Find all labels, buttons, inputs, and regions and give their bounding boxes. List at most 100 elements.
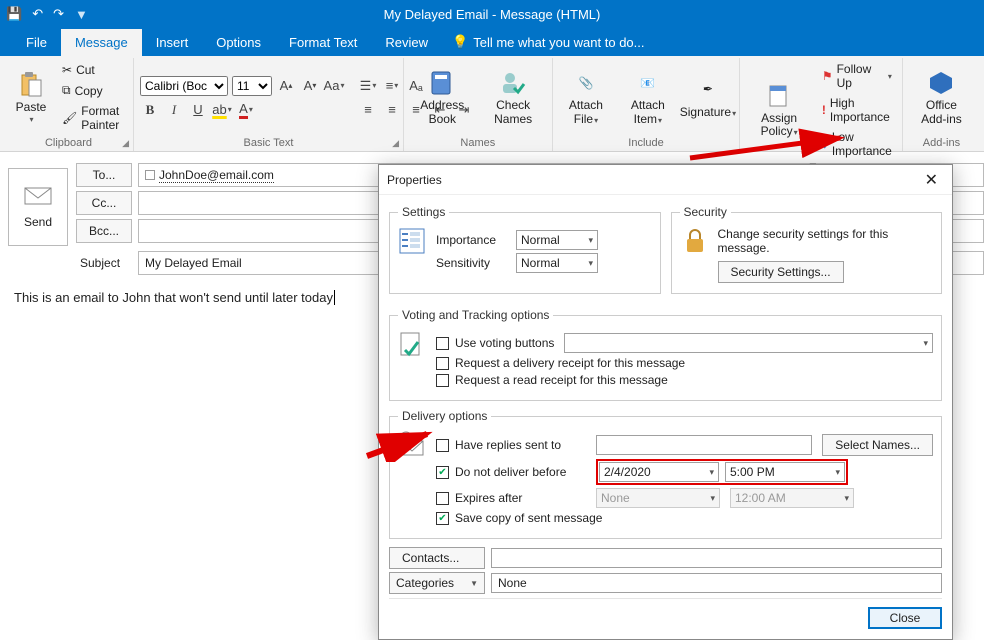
bold-button[interactable]: B <box>140 100 160 120</box>
tab-format-text[interactable]: Format Text <box>275 29 371 56</box>
select-names-button[interactable]: Select Names... <box>822 434 933 456</box>
bcc-button[interactable]: Bcc... <box>76 219 132 243</box>
follow-up-label: Follow Up <box>837 62 883 90</box>
do-not-deliver-checkbox[interactable]: ✔Do not deliver before <box>436 465 586 479</box>
sensitivity-combo[interactable]: Normal▾ <box>516 253 598 273</box>
addins-icon <box>927 69 955 97</box>
close-button[interactable]: Close <box>868 607 942 629</box>
follow-up-button[interactable]: ⚑Follow Up▾ <box>818 60 896 92</box>
change-case-icon[interactable]: Aa▾ <box>324 76 344 96</box>
save-copy-checkbox[interactable]: ✔Save copy of sent message <box>436 511 602 525</box>
bullets-icon[interactable]: ☰▾ <box>358 76 378 96</box>
copy-button[interactable]: ⧉Copy <box>58 81 127 100</box>
flag-icon: ⚑ <box>822 69 833 83</box>
contacts-button[interactable]: Contacts... <box>389 547 485 569</box>
use-voting-label: Use voting buttons <box>455 336 554 350</box>
group-clipboard: Paste ▾ ✂Cut ⧉Copy 🖌Format Painter Clipb… <box>4 58 134 151</box>
delivery-icon <box>398 431 426 462</box>
settings-legend: Settings <box>398 205 449 219</box>
voting-combo[interactable]: ▾ <box>564 333 933 353</box>
underline-button[interactable]: U <box>188 100 208 120</box>
security-settings-button[interactable]: Security Settings... <box>718 261 844 283</box>
grow-font-icon[interactable]: A▴ <box>276 76 296 96</box>
attach-item-button[interactable]: 📧 Attach Item▾ <box>619 65 676 129</box>
undo-icon[interactable]: ↶ <box>32 6 43 22</box>
assign-policy-label: Assign Policy▾ <box>752 112 805 138</box>
contacts-field[interactable] <box>491 548 942 568</box>
read-receipt-checkbox[interactable]: ✔Request a read receipt for this message <box>436 373 668 387</box>
signature-button[interactable]: ✒ Signature▾ <box>682 72 733 123</box>
low-importance-button[interactable]: ↓Low Importance <box>818 128 896 160</box>
cc-button[interactable]: Cc... <box>76 191 132 215</box>
address-book-button[interactable]: Address Book <box>410 65 475 129</box>
dnd-highlight: 2/4/2020▾ 5:00 PM▾ <box>596 459 848 485</box>
send-button[interactable]: Send <box>8 168 68 246</box>
cut-button[interactable]: ✂Cut <box>58 61 127 79</box>
expires-checkbox[interactable]: ✔Expires after <box>436 491 586 505</box>
attach-item-icon: 📧 <box>634 69 662 97</box>
group-names: Address Book Check Names Names <box>404 58 553 151</box>
align-center-icon[interactable]: ≡ <box>382 100 402 120</box>
categories-button[interactable]: Categories▼ <box>389 572 485 594</box>
office-addins-button[interactable]: Office Add-ins <box>909 65 974 129</box>
tab-options[interactable]: Options <box>202 29 275 56</box>
to-recipient[interactable]: JohnDoe@email.com <box>159 168 274 183</box>
addins-group-label: Add-ins <box>909 135 974 151</box>
shrink-font-icon[interactable]: A▾ <box>300 76 320 96</box>
save-copy-label: Save copy of sent message <box>455 511 602 525</box>
copy-icon: ⧉ <box>62 83 71 98</box>
voting-icon <box>398 330 426 361</box>
signature-label: Signature▾ <box>680 106 736 119</box>
sensitivity-label: Sensitivity <box>436 256 506 270</box>
title-bar: 💾 ↶ ↷ ▼ My Delayed Email - Message (HTML… <box>0 0 984 28</box>
importance-combo[interactable]: Normal▾ <box>516 230 598 250</box>
ribbon: Paste ▾ ✂Cut ⧉Copy 🖌Format Painter Clipb… <box>0 56 984 152</box>
italic-button[interactable]: I <box>164 100 184 120</box>
font-color-icon[interactable]: A▾ <box>236 100 256 120</box>
assign-policy-button[interactable]: Assign Policy▾ <box>746 78 811 142</box>
dnd-date-combo[interactable]: 2/4/2020▾ <box>599 462 719 482</box>
tab-message[interactable]: Message <box>61 29 142 56</box>
attach-file-button[interactable]: 📎 Attach File▾ <box>559 65 614 129</box>
address-book-icon <box>428 69 456 97</box>
font-size-combo[interactable]: 11 <box>232 76 272 96</box>
categories-field[interactable]: None <box>491 573 942 593</box>
delivery-receipt-checkbox[interactable]: ✔Request a delivery receipt for this mes… <box>436 356 685 370</box>
font-name-combo[interactable]: Calibri (Boc <box>140 76 228 96</box>
tell-me-label: Tell me what you want to do... <box>473 35 644 50</box>
tab-file[interactable]: File <box>12 29 61 56</box>
settings-fieldset: Settings Importance Normal▾ Sensitivity … <box>389 205 661 294</box>
message-body[interactable]: This is an email to John that won't send… <box>14 290 374 550</box>
tell-me-search[interactable]: 💡 Tell me what you want to do... <box>442 28 654 56</box>
tab-review[interactable]: Review <box>371 29 442 56</box>
check-names-button[interactable]: Check Names <box>481 65 546 129</box>
numbering-icon[interactable]: ≡▾ <box>382 76 402 96</box>
quick-access-toolbar: 💾 ↶ ↷ ▼ <box>6 6 88 22</box>
redo-icon[interactable]: ↷ <box>53 6 64 22</box>
paste-button[interactable]: Paste ▾ <box>10 67 52 129</box>
text-highlight-icon[interactable]: ab▾ <box>212 100 232 120</box>
clipboard-launcher-icon[interactable]: ◢ <box>122 138 129 149</box>
qat-customize-icon[interactable]: ▼ <box>75 7 88 22</box>
dialog-close-button[interactable]: ✕ <box>919 168 944 192</box>
include-group-label: Include <box>559 135 734 151</box>
use-voting-checkbox[interactable]: ✔Use voting buttons <box>436 336 554 350</box>
clipboard-group-label: Clipboard <box>45 137 92 149</box>
send-icon <box>23 186 53 209</box>
have-replies-checkbox[interactable]: ✔Have replies sent to <box>436 438 586 452</box>
high-importance-button[interactable]: !High Importance <box>818 94 896 126</box>
to-button[interactable]: To... <box>76 163 132 187</box>
names-group-label: Names <box>410 135 546 151</box>
save-icon[interactable]: 💾 <box>6 6 22 22</box>
voting-fieldset: Voting and Tracking options ✔Use voting … <box>389 308 942 401</box>
tab-insert[interactable]: Insert <box>142 29 203 56</box>
dnd-label: Do not deliver before <box>455 465 566 479</box>
dnd-time-combo[interactable]: 5:00 PM▾ <box>725 462 845 482</box>
format-painter-button[interactable]: 🖌Format Painter <box>58 102 127 134</box>
replies-to-field[interactable] <box>596 435 812 455</box>
align-left-icon[interactable]: ≡ <box>358 100 378 120</box>
group-basic-text: Calibri (Boc 11 A▴ A▾ Aa▾ B I U ab▾ A▾ ☰… <box>134 58 404 151</box>
check-names-icon <box>499 69 527 97</box>
basic-text-launcher-icon[interactable]: ◢ <box>392 138 399 149</box>
check-names-label: Check Names <box>487 99 540 125</box>
